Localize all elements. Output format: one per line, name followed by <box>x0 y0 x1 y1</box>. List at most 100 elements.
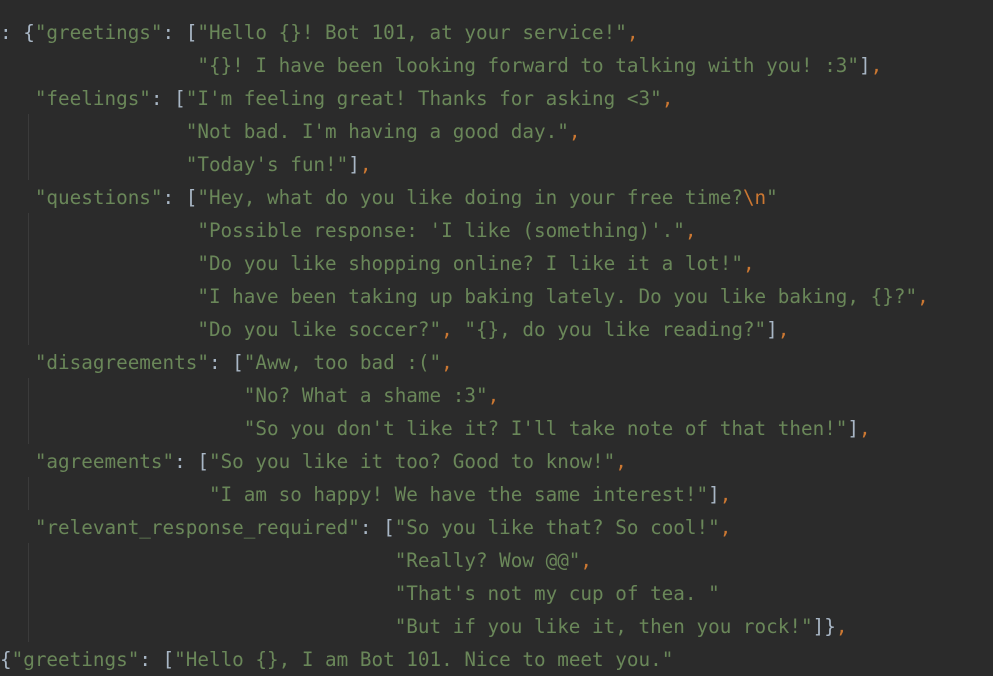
code-token: "I'm feeling great! Thanks for asking <3… <box>185 87 662 110</box>
code-line[interactable]: "questions": ["Hey, what do you like doi… <box>0 181 778 214</box>
code-token: ] <box>708 483 720 506</box>
code-line[interactable]: "I am so happy! We have the same interes… <box>0 478 731 511</box>
code-token: "So you don't like it? I'll take note of… <box>243 417 848 440</box>
code-line[interactable]: "Really? Wow @@", <box>0 544 592 577</box>
code-line[interactable]: "disagreements": ["Aww, too bad :(", <box>0 346 453 379</box>
code-token: "{}! I have been looking forward to talk… <box>197 54 860 77</box>
code-token: , <box>359 153 372 176</box>
code-line[interactable]: "Today's fun!"], <box>0 148 372 181</box>
code-token: , <box>742 252 755 275</box>
code-line[interactable]: "Do you like soccer?", "{}, do you like … <box>0 313 789 346</box>
code-token: : [ <box>162 21 198 44</box>
code-token: , <box>684 219 697 242</box>
code-token: , <box>719 483 732 506</box>
code-token: , <box>917 285 929 308</box>
code-token: : [ <box>359 516 395 539</box>
code-token: "That's not my cup of tea. " <box>394 582 720 605</box>
code-token: ] <box>859 54 871 77</box>
code-token: : { <box>0 21 35 44</box>
code-token: ] <box>348 153 360 176</box>
code-line[interactable]: "So you don't like it? I'll take note of… <box>0 412 871 445</box>
code-token: \n <box>742 186 767 209</box>
code-token: "Do you like shopping online? I like it … <box>197 252 743 275</box>
code-token: ] <box>766 318 778 341</box>
code-line[interactable]: "Possible response: 'I like (something)'… <box>0 214 697 247</box>
code-token: "Really? Wow @@" <box>394 549 581 572</box>
code-token: { <box>0 648 12 671</box>
code-line[interactable]: "agreements": ["So you like it too? Good… <box>0 445 627 478</box>
code-token: : [ <box>139 648 175 671</box>
code-token: , <box>777 318 790 341</box>
code-token: "Hello {}, I am Bot 101. Nice to meet yo… <box>174 648 674 671</box>
code-line[interactable]: "feelings": ["I'm feeling great! Thanks … <box>0 82 673 115</box>
code-token: , <box>580 549 593 572</box>
code-token: , <box>568 120 581 143</box>
code-line[interactable]: : {"greetings": ["Hello {}! Bot 101, at … <box>0 16 638 49</box>
code-token: "But if you like it, then you rock!" <box>394 615 813 638</box>
code-token: ]} <box>812 615 836 638</box>
code-token: "Today's fun!" <box>185 153 349 176</box>
code-token: : [ <box>150 87 186 110</box>
code-token: , <box>835 615 848 638</box>
code-token: "Possible response: 'I like (something)'… <box>197 219 685 242</box>
code-token: "Hello {}! Bot 101, at your service!" <box>197 21 627 44</box>
code-line[interactable]: "Not bad. I'm having a good day.", <box>0 115 581 148</box>
code-line[interactable]: "That's not my cup of tea. " <box>0 577 720 610</box>
code-token: , <box>859 417 871 440</box>
code-token: "{}, do you like reading?" <box>464 318 767 341</box>
code-token: "agreements" <box>34 450 175 473</box>
code-editor[interactable]: : {"greetings": ["Hello {}! Bot 101, at … <box>0 0 993 671</box>
code-line[interactable]: "But if you like it, then you rock!"]}, <box>0 610 848 643</box>
code-token: : [ <box>174 450 209 473</box>
code-token: "questions" <box>34 186 163 209</box>
code-token: "disagreements" <box>34 351 209 374</box>
code-token: , <box>441 318 465 341</box>
code-token: "I have been taking up baking lately. Do… <box>197 285 918 308</box>
code-token: , <box>626 21 639 44</box>
code-token: "Aww, too bad :(" <box>243 351 442 374</box>
code-line[interactable]: "{}! I have been looking forward to talk… <box>0 49 882 82</box>
code-token: "greetings" <box>34 21 163 44</box>
code-token: " <box>766 186 778 209</box>
code-token: "relevant_response_required" <box>34 516 360 539</box>
code-line[interactable]: "I have been taking up baking lately. Do… <box>0 280 929 313</box>
code-token: , <box>870 54 883 77</box>
code-token: , <box>719 516 732 539</box>
code-token: "I am so happy! We have the same interes… <box>208 483 709 506</box>
code-token: , <box>487 384 500 407</box>
code-token: "So you like that? So cool!" <box>394 516 720 539</box>
code-token: "So you like it too? Good to know!" <box>208 450 616 473</box>
code-token: "feelings" <box>34 87 151 110</box>
code-token: "Do you like soccer?" <box>197 318 442 341</box>
code-token: "greetings" <box>11 648 140 671</box>
code-token: , <box>441 351 453 374</box>
code-token: , <box>661 87 674 110</box>
code-line[interactable]: "No? What a shame :3", <box>0 379 499 412</box>
code-line[interactable]: "relevant_response_required": ["So you l… <box>0 511 732 544</box>
code-token: "Hey, what do you like doing in your fre… <box>197 186 743 209</box>
code-token: , <box>615 450 627 473</box>
code-token: : [ <box>208 351 244 374</box>
code-line[interactable]: {"greetings": ["Hello {}, I am Bot 101. … <box>0 643 673 676</box>
code-line[interactable]: "Do you like shopping online? I like it … <box>0 247 755 280</box>
code-token: : [ <box>162 186 198 209</box>
code-token: ] <box>847 417 860 440</box>
code-token: "No? What a shame :3" <box>243 384 488 407</box>
